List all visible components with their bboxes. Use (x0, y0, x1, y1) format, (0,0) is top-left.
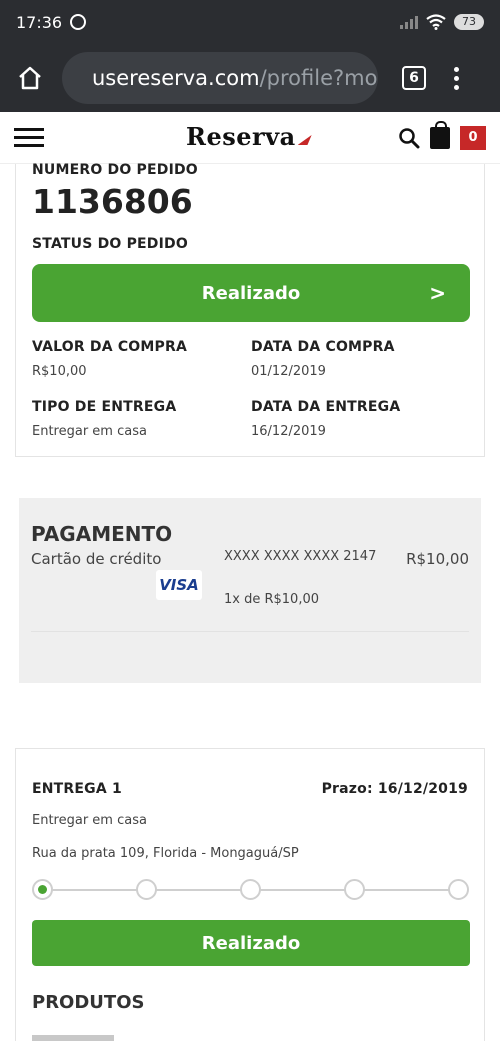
card-number: XXXX XXXX XXXX 2147 (224, 549, 377, 564)
payment-section: PAGAMENTO Cartão de crédito XXXX XXXX XX… (19, 498, 481, 683)
delivery-card: ENTREGA 1 Prazo: 16/12/2019 Entregar em … (15, 748, 485, 1041)
wifi-icon (426, 14, 446, 30)
delivery-type-label: TIPO DE ENTREGA (32, 399, 177, 415)
purchase-date: 01/12/2019 (251, 364, 326, 379)
order-status-label: STATUS DO PEDIDO (32, 236, 188, 252)
payment-installments: 1x de R$10,00 (224, 592, 319, 607)
delivery-address: Rua da prata 109, Florida - Mongaguá/SP (32, 846, 299, 861)
progress-step (240, 879, 261, 900)
order-status-button[interactable]: Realizado > (32, 264, 470, 322)
visa-card-icon: VISA (156, 570, 202, 600)
purchase-value-label: VALOR DA COMPRA (32, 339, 188, 355)
battery-icon: 73 (454, 14, 484, 30)
order-status-text: Realizado (201, 282, 301, 304)
status-bar: 17:36 73 (0, 0, 500, 44)
bird-logo-icon (297, 135, 312, 145)
payment-method: Cartão de crédito (31, 550, 162, 568)
whatsapp-icon (70, 14, 87, 30)
home-icon (19, 66, 41, 90)
delivery-type: Entregar em casa (32, 424, 147, 439)
delivery-deadline: Prazo: 16/12/2019 (321, 781, 468, 797)
purchase-value: R$10,00 (32, 364, 87, 379)
payment-amount: R$10,00 (406, 550, 469, 568)
chevron-right-icon: > (429, 281, 446, 305)
browser-menu-button[interactable] (454, 66, 460, 90)
delivery-date: 16/12/2019 (251, 424, 326, 439)
product-thumbnail[interactable] (32, 1035, 114, 1041)
tab-switcher-button[interactable]: 6 (402, 66, 426, 90)
delivery-title: ENTREGA 1 (32, 781, 122, 797)
order-number-label: NUMERO DO PEDIDO (32, 162, 198, 178)
progress-step (448, 879, 469, 900)
logo-text: Reserva (186, 122, 296, 151)
purchase-date-label: DATA DA COMPRA (251, 339, 395, 355)
delivery-type-text: Entregar em casa (32, 813, 147, 828)
site-logo[interactable]: Reserva (186, 122, 312, 151)
status-icons: 73 (400, 14, 484, 30)
progress-step (136, 879, 157, 900)
url-path: /profile?mo (259, 66, 378, 90)
progress-step (32, 879, 53, 900)
shopping-bag-icon[interactable] (430, 120, 450, 149)
delivery-status-button[interactable]: Realizado (32, 920, 470, 966)
home-button[interactable] (14, 62, 46, 94)
browser-toolbar: usereserva.com/profile?mo 6 (0, 44, 500, 112)
search-icon[interactable] (398, 127, 420, 149)
cart-count-badge[interactable]: 0 (460, 125, 486, 150)
status-time: 17:36 (16, 12, 63, 32)
signal-icon (400, 15, 418, 29)
header-actions: 0 (398, 120, 486, 150)
products-title: PRODUTOS (32, 992, 145, 1013)
delivery-date-label: DATA DA ENTREGA (251, 399, 401, 415)
url-bar[interactable]: usereserva.com/profile?mo (62, 52, 378, 104)
delivery-progress-tracker (32, 879, 470, 901)
progress-step (344, 879, 365, 900)
url-host: usereserva.com (92, 66, 260, 90)
order-number: 1136806 (32, 182, 193, 221)
hamburger-menu-icon[interactable] (14, 128, 44, 147)
order-card: NUMERO DO PEDIDO 1136806 STATUS DO PEDID… (15, 162, 485, 457)
payment-divider (31, 631, 469, 632)
site-header: Reserva 0 (0, 112, 500, 164)
payment-title: PAGAMENTO (31, 522, 173, 546)
